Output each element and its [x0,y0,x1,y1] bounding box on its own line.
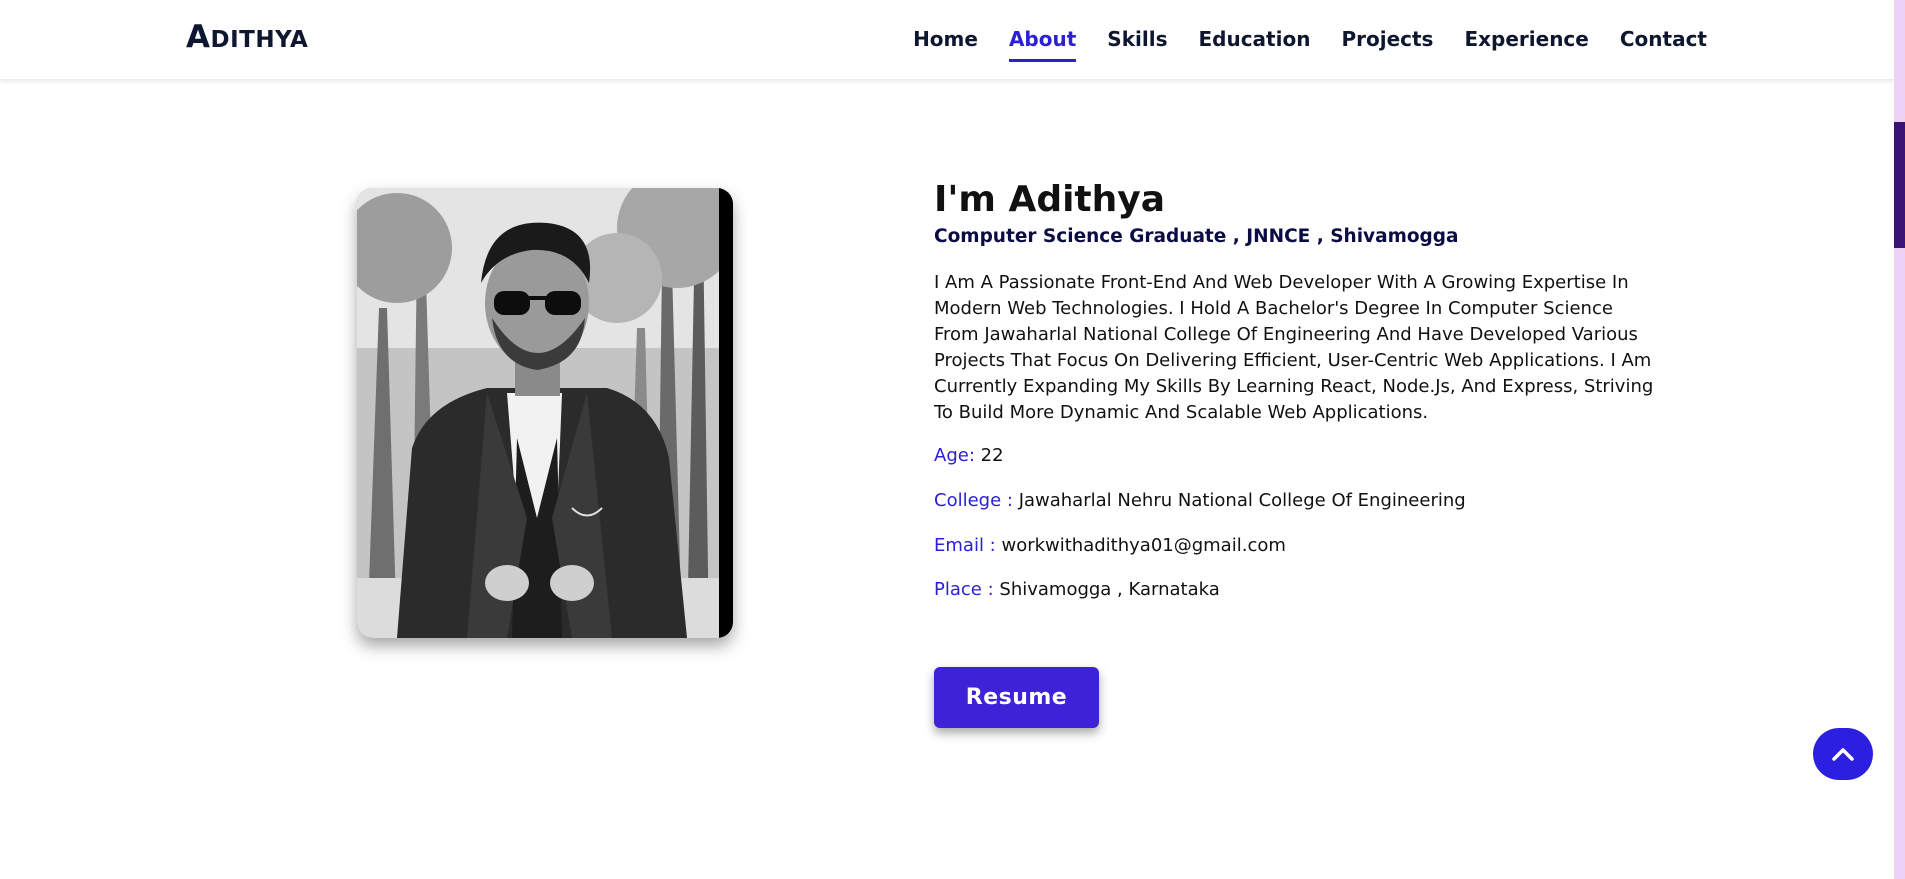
info-college-value: Jawaharlal Nehru National College Of Eng… [1018,490,1466,511]
info-email-label: Email : [934,535,996,556]
nav-projects[interactable]: Projects [1341,24,1433,54]
profile-photo [357,188,719,638]
info-email: Email : workwithadithya01@gmail.com [934,533,1286,559]
info-place: Place : Shivamogga , Karnataka [934,577,1220,603]
navbar: ADITHYA Home About Skills Education Proj… [0,0,1894,80]
about-heading: I'm Adithya [934,179,1166,220]
about-section: I'm Adithya Computer Science Graduate , … [934,178,1654,426]
info-place-label: Place : [934,579,994,600]
scroll-to-top-button[interactable] [1813,728,1873,780]
nav-menu: Home About Skills Education Projects Exp… [913,24,1707,62]
about-subheading: Computer Science Graduate , JNNCE , Shiv… [934,226,1459,247]
info-college-label: College : [934,490,1013,511]
nav-contact[interactable]: Contact [1620,24,1707,54]
profile-photo-frame [357,188,733,638]
nav-education[interactable]: Education [1198,24,1310,54]
logo-text: DITHYA [210,27,309,53]
resume-button[interactable]: Resume [934,667,1099,728]
info-email-value[interactable]: workwithadithya01@gmail.com [1001,535,1285,556]
info-age-label: Age: [934,445,975,466]
info-age-value: 22 [980,445,1004,466]
logo-initial: A [186,19,211,55]
scrollbar-thumb[interactable] [1894,122,1905,248]
logo[interactable]: ADITHYA [186,22,308,55]
info-college: College : Jawaharlal Nehru National Coll… [934,488,1466,514]
nav-home[interactable]: Home [913,24,978,54]
about-bio: I Am A Passionate Front-End And Web Deve… [934,272,1654,423]
info-age: Age: 22 [934,443,1004,469]
chevron-up-icon [1832,748,1854,761]
page-scrollbar[interactable] [1894,0,1905,879]
info-place-value: Shivamogga , Karnataka [999,579,1220,600]
nav-skills[interactable]: Skills [1107,24,1167,54]
nav-experience[interactable]: Experience [1464,24,1588,54]
nav-about[interactable]: About [1008,24,1077,62]
